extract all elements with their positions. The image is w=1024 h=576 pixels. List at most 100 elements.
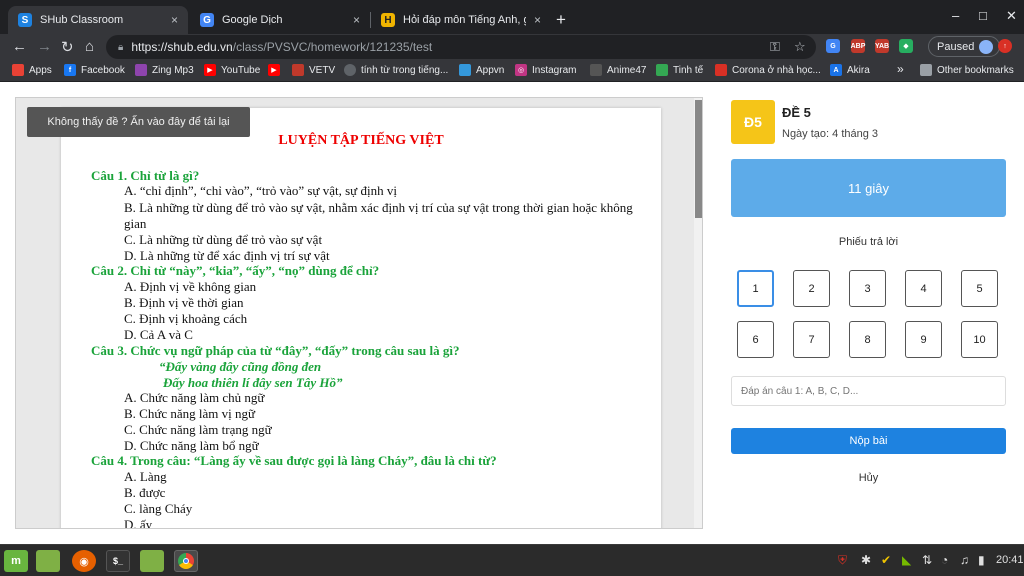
tab-close-icon[interactable]: × (353, 13, 360, 27)
bookmark-youtube[interactable]: ▶ YouTube (204, 64, 260, 76)
close-window-button[interactable]: ✕ (1006, 8, 1017, 24)
question-number-9[interactable]: 9 (905, 321, 942, 358)
question-number-3[interactable]: 3 (849, 270, 886, 307)
mint-menu-icon[interactable]: m (4, 550, 28, 572)
bookmark-anime47[interactable]: Anime47 (590, 64, 646, 76)
google-translate-favicon-icon: G (200, 13, 214, 27)
question-number-7[interactable]: 7 (793, 321, 830, 358)
question-1: Câu 1. Chỉ từ là gì? (91, 168, 200, 183)
youtube-adblock-extension-icon[interactable]: YAB (875, 39, 889, 53)
bookmark-akira[interactable]: A Akira (830, 64, 870, 76)
bookmark-vetv[interactable]: VETV (292, 64, 335, 76)
question-2-option-c: C. Định vị khoảng cách (124, 311, 248, 326)
tab-shub-classroom[interactable]: S SHub Classroom × (8, 6, 188, 34)
globe-icon (344, 64, 356, 76)
bookmark-appvn[interactable]: Appvn (459, 64, 504, 76)
nvidia-icon[interactable]: ◣ (902, 553, 911, 567)
cancel-button[interactable]: Hủy (731, 472, 1006, 484)
scrollbar-thumb[interactable] (695, 100, 702, 218)
wifi-icon[interactable]: ◔ (941, 553, 948, 567)
bookmark-other[interactable]: Other bookmarks (920, 64, 1014, 76)
address-bar[interactable]: 🔒︎ https://shub.edu.vn/class/PVSVC/homew… (106, 35, 816, 59)
chrome-logo-icon (178, 553, 194, 569)
reload-button[interactable]: ↻ (61, 38, 74, 56)
forward-button[interactable]: → (37, 38, 52, 55)
appvn-icon (459, 64, 471, 76)
tab-title: Hỏi đáp môn Tiếng Anh, giải bà (403, 14, 526, 26)
instagram-icon: ◎ (515, 64, 527, 76)
bookmark-facebook[interactable]: f Facebook (64, 64, 125, 76)
corona-icon (715, 64, 727, 76)
exam-title: ĐỀ 5 (782, 105, 811, 120)
terminal-icon[interactable]: $_ (106, 550, 130, 572)
tab-close-icon[interactable]: × (171, 13, 178, 27)
question-3-option-c: C. Chức năng làm trạng ngữ (124, 422, 272, 437)
submit-button[interactable]: Nộp bài (731, 428, 1006, 454)
tab-google-dich[interactable]: G Google Dịch × (190, 6, 370, 34)
apps-grid-icon (12, 64, 24, 76)
question-number-4[interactable]: 4 (905, 270, 942, 307)
answer-input[interactable] (731, 376, 1006, 406)
exam-badge: Đ5 (731, 100, 775, 144)
question-3-option-d: D. Chức năng làm bổ ngữ (124, 438, 259, 453)
folder-icon[interactable] (140, 550, 164, 572)
question-4-option-d: D. ấy (124, 517, 153, 529)
bluetooth-icon[interactable]: ✱ (861, 553, 871, 567)
back-button[interactable]: ← (12, 38, 27, 55)
key-icon[interactable]: ⚿ (770, 39, 780, 55)
battery-icon[interactable]: ▮ (978, 553, 985, 567)
home-button[interactable]: ⌂ (85, 38, 94, 55)
question-number-8[interactable]: 8 (849, 321, 886, 358)
profile-button[interactable]: Paused (928, 36, 1001, 57)
tab-close-icon[interactable]: × (534, 13, 541, 27)
bookmarks-bar: Apps f Facebook Zing Mp3 ▶ YouTube ▶ VETV … (0, 60, 1024, 82)
bookmark-label: YouTube (221, 64, 261, 76)
shield-icon[interactable]: ⛨ (838, 553, 847, 568)
minimize-button[interactable]: – (952, 8, 959, 23)
bookmark-label: Tinh tế (673, 64, 704, 76)
system-clock: 20:41 (996, 554, 1024, 566)
document-viewer[interactable]: LUYỆN TẬP TIẾNG VIỆT Câu 1. Chỉ từ là gì… (15, 97, 703, 529)
bookmarks-overflow-button[interactable]: » (897, 62, 904, 76)
bookmark-label: Facebook (81, 64, 125, 76)
question-number-2[interactable]: 2 (793, 270, 830, 307)
bookmark-label: tính từ trong tiếng... (361, 64, 449, 76)
update-manager-icon[interactable]: ✔ (881, 553, 891, 567)
question-4: Câu 4. Trong câu: “Làng ấy về sau được g… (91, 453, 497, 468)
star-icon[interactable]: ☆ (794, 39, 806, 55)
bookmark-label: Other bookmarks (937, 64, 1014, 76)
maximize-button[interactable]: □ (979, 8, 987, 23)
sound-icon[interactable]: ♫ (960, 553, 969, 567)
tab-hoi-dap[interactable]: H Hỏi đáp môn Tiếng Anh, giải bà × (371, 6, 551, 34)
question-number-10[interactable]: 10 (961, 321, 998, 358)
translate-extension-icon[interactable]: G (826, 39, 840, 53)
answer-sidebar: Đ5 ĐỀ 5 Ngày tạo: 4 tháng 3 11 giây Phiế… (731, 82, 1006, 544)
firefox-icon[interactable]: ◉ (72, 550, 96, 572)
files-icon[interactable] (36, 550, 60, 572)
reload-document-button[interactable]: Không thấy đề ? Ấn vào đây để tải lại (27, 107, 250, 137)
question-1-option-b: B. Là những từ dùng để trỏ vào sự vật, n… (124, 200, 633, 231)
adblock-extension-icon[interactable]: ABP (851, 39, 865, 53)
viewer-scrollbar[interactable] (694, 98, 702, 528)
bookmark-corona[interactable]: Corona ở nhà học... (715, 64, 821, 76)
question-3-quote-line-2: Đấy hoa thiên lí đây sen Tây Hồ” (163, 375, 343, 390)
bookmark-label: Corona ở nhà học... (732, 64, 821, 76)
extension-icon[interactable]: ◆ (899, 39, 913, 53)
bookmark-tinh-tu[interactable]: tính từ trong tiếng... (344, 64, 448, 76)
question-number-6[interactable]: 6 (737, 321, 774, 358)
bookmark-instagram[interactable]: ◎ Instagram (515, 64, 576, 76)
network-icon[interactable]: ⇅ (922, 553, 932, 567)
update-icon[interactable]: ↑ (998, 39, 1012, 53)
bookmark-zing-mp3[interactable]: Zing Mp3 (135, 64, 194, 76)
lock-icon: 🔒︎ (118, 41, 124, 53)
akira-icon: A (830, 64, 842, 76)
question-number-5[interactable]: 5 (961, 270, 998, 307)
chrome-icon[interactable] (174, 550, 198, 572)
facebook-icon: f (64, 64, 76, 76)
new-tab-button[interactable]: + (556, 10, 566, 30)
bookmark-youtube-2[interactable]: ▶ (268, 64, 285, 76)
bookmark-tinh-te[interactable]: Tinh tế (656, 64, 703, 76)
question-3-quote-line-1: “Đấy vàng đây cũng đồng đen (159, 359, 322, 374)
question-number-1[interactable]: 1 (737, 270, 774, 307)
bookmark-apps[interactable]: Apps (12, 64, 52, 76)
